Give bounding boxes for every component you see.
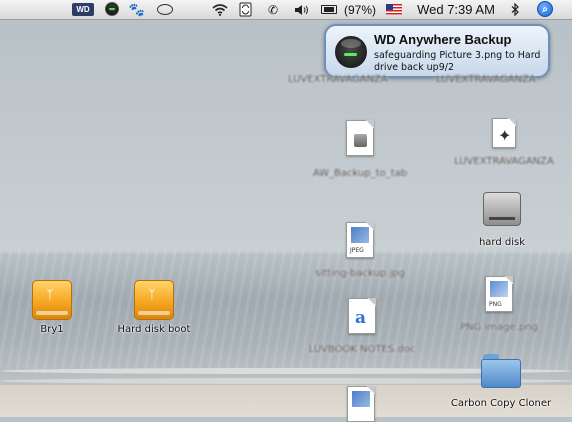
desktop-item-label: LUVBOOK NOTES.doc — [308, 344, 416, 355]
jpeg-document-icon: JPEG — [346, 222, 374, 258]
desktop-item-label: PNG image.png — [460, 322, 538, 333]
backup-notification[interactable]: WD Anywhere Backup safeguarding Picture … — [324, 24, 550, 78]
desktop-item[interactable]: LUVEXTRAVAGANZA — [436, 74, 536, 85]
desktop-item[interactable]: a LUVBOOK NOTES.doc — [300, 298, 424, 355]
wd-logo-text: WD — [76, 5, 90, 14]
desktop-item-label: hard disk — [478, 237, 526, 248]
battery-percent[interactable]: (97%) — [340, 0, 380, 19]
desktop-item[interactable]: ᛉ Bry1 — [14, 280, 90, 335]
desktop-item[interactable]: Carbon Copy Cloner — [438, 354, 564, 409]
application-document-icon: ✦ — [492, 118, 516, 148]
desktop-item[interactable]: hard disk — [462, 192, 542, 248]
phone-icon[interactable]: ✆ — [266, 0, 280, 19]
desktop-item-label: AW_Backup_to_tab — [312, 168, 408, 179]
desktop-item-label: LUVEXTRAVAGANZA — [288, 74, 388, 85]
desktop-item-label: Carbon Copy Cloner — [450, 398, 552, 409]
menu-clock[interactable]: Wed 7:39 AM — [414, 0, 498, 19]
desktop-item[interactable]: JPEG sitting-backup.jpg — [302, 222, 418, 279]
paw-icon[interactable]: 🐾 — [129, 0, 145, 19]
volume-icon[interactable] — [294, 0, 310, 19]
wd-logo-icon[interactable]: WD — [72, 3, 94, 16]
desktop-item[interactable]: PNG PNG image.png — [444, 276, 554, 333]
desktop-item[interactable]: LUVEXTRAVAGANZA — [288, 74, 388, 85]
png-document-icon: PNG — [485, 276, 513, 312]
disk-image-document-icon — [346, 120, 374, 156]
us-flag-icon[interactable] — [386, 4, 402, 15]
wd-backup-app-icon — [335, 36, 367, 68]
word-document-icon: a — [348, 298, 376, 334]
desktop-item-label: Bry1 — [40, 324, 64, 335]
firewire-drive-icon: ᛉ — [32, 280, 72, 320]
internal-hard-disk-icon — [483, 192, 521, 226]
spotlight-icon[interactable]: ⌕ — [537, 1, 553, 17]
notification-message: safeguarding Picture 3.png to Hard drive… — [374, 50, 541, 73]
chat-bubble-icon[interactable] — [157, 4, 173, 15]
bluetooth-icon[interactable] — [508, 0, 522, 19]
desktop-item-label: LUVEXTRAVAGANZA — [436, 74, 536, 85]
desktop-item[interactable]: ᛉ Hard disk boot — [104, 280, 204, 335]
wifi-icon[interactable] — [212, 0, 228, 19]
desktop-item[interactable]: AW_Backup_to_tab — [300, 120, 420, 179]
desktop-item-label: Hard disk boot — [117, 324, 191, 335]
battery-icon[interactable] — [320, 0, 338, 19]
sync-icon[interactable] — [238, 0, 252, 19]
firewire-drive-icon: ᛉ — [134, 280, 174, 320]
notification-title: WD Anywhere Backup — [374, 32, 512, 47]
desktop-item-label: LUVEXTRAVAGANZA — [454, 156, 554, 167]
folder-icon — [481, 354, 521, 388]
battery-gauge — [321, 5, 337, 14]
desktop-item[interactable]: ✦ LUVEXTRAVAGANZA — [444, 118, 564, 167]
wd-backup-status-icon[interactable] — [105, 2, 119, 16]
desktop-item-label: sitting-backup.jpg — [315, 268, 405, 279]
menu-bar: WD 🐾 ✆ (97%) Wed 7:39 AM ⌕ — [0, 0, 572, 20]
